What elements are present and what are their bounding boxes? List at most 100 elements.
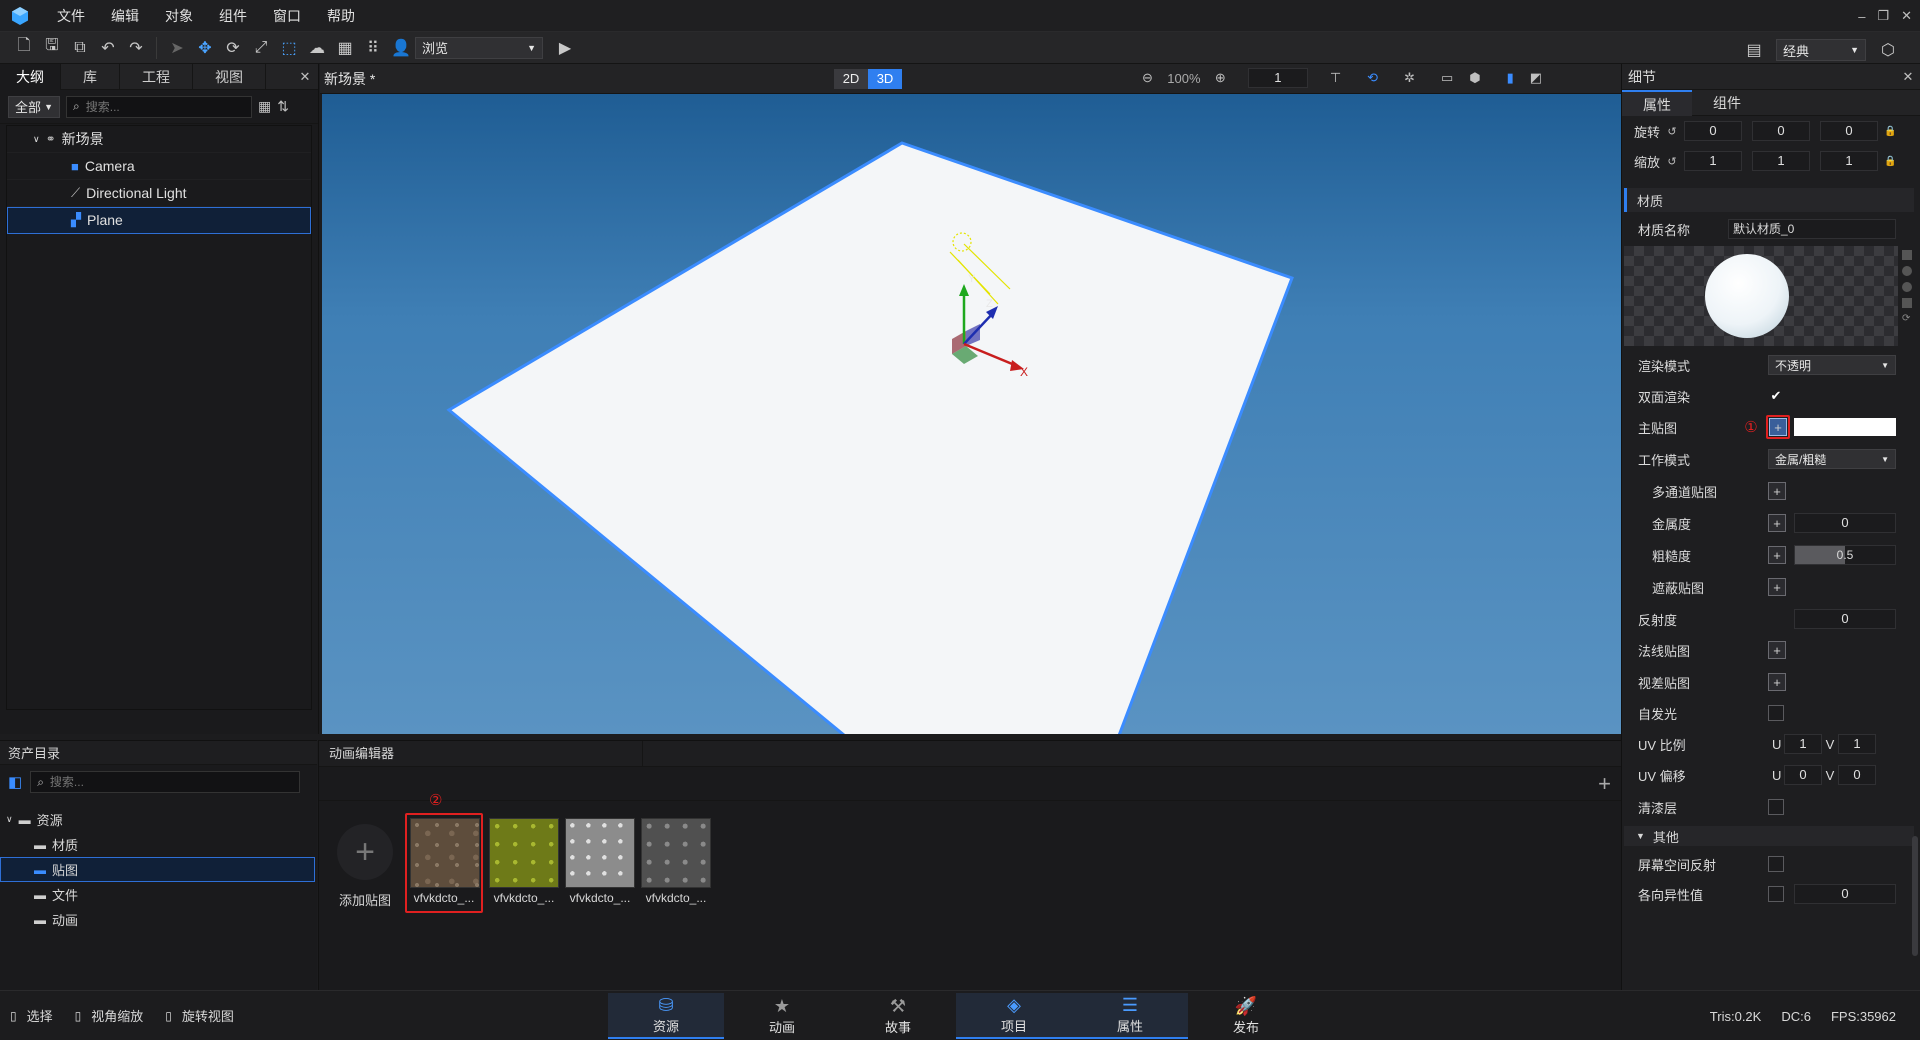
render-mode-select[interactable]: 不透明 ▼: [1768, 355, 1896, 375]
anisotropy-checkbox[interactable]: [1768, 886, 1784, 902]
scale-x-input[interactable]: 1: [1684, 151, 1742, 171]
menu-file[interactable]: 文件: [44, 0, 98, 32]
panel-toggle-icon[interactable]: ◧: [8, 773, 22, 791]
snap-icon[interactable]: ⟲: [1367, 70, 1378, 86]
texture-thumb[interactable]: vfvkdcto_...: [641, 813, 711, 913]
user-icon[interactable]: 👤: [387, 34, 415, 62]
tab-library[interactable]: 库: [61, 64, 120, 90]
undo-icon[interactable]: ↶: [94, 34, 122, 62]
lock-icon[interactable]: 🔒: [1884, 156, 1896, 167]
grid-icon[interactable]: ▦: [331, 34, 359, 62]
rect-tool-icon[interactable]: ⬚: [275, 34, 303, 62]
redo-icon[interactable]: ↷: [122, 34, 150, 62]
tab-project[interactable]: 工程: [120, 64, 193, 90]
scale-tool-icon[interactable]: ⤢: [247, 34, 275, 62]
material-name-field[interactable]: 默认材质_0: [1728, 219, 1896, 239]
rotate-tool-icon[interactable]: ⟳: [219, 34, 247, 62]
zoom-in-icon[interactable]: ⊕: [1215, 70, 1226, 86]
asset-search-input[interactable]: [49, 775, 270, 789]
minimize-icon[interactable]: –: [1858, 9, 1865, 24]
asset-tree-root[interactable]: ∨ ▬ 资源: [0, 807, 317, 832]
emissive-checkbox[interactable]: [1768, 705, 1784, 721]
preview-shape-sphere-icon[interactable]: [1902, 266, 1912, 276]
work-mode-select[interactable]: 金属/粗糙 ▼: [1768, 449, 1896, 469]
asset-search[interactable]: ⌕: [30, 771, 301, 793]
outline-filter-select[interactable]: 全部 ▼: [8, 95, 60, 118]
tree-item-plane[interactable]: ▞ Plane: [7, 207, 311, 234]
close-window-icon[interactable]: ✕: [1901, 8, 1912, 24]
rotation-z-input[interactable]: 0: [1820, 121, 1878, 141]
add-texture-icon[interactable]: +: [1768, 641, 1786, 659]
uv-scale-v-input[interactable]: 1: [1838, 734, 1876, 754]
ssr-checkbox[interactable]: [1768, 856, 1784, 872]
menu-edit[interactable]: 编辑: [98, 0, 152, 32]
camera-view-icon[interactable]: ▭: [1441, 70, 1453, 86]
tab-outline[interactable]: 大纲: [0, 64, 61, 90]
align-top-icon[interactable]: ⊤: [1330, 70, 1341, 86]
tree-item-directional-light[interactable]: ⟋ Directional Light: [7, 180, 311, 207]
anisotropy-input[interactable]: 0: [1794, 884, 1896, 904]
uv-offset-v-input[interactable]: 0: [1838, 765, 1876, 785]
new-file-icon[interactable]: 🗋: [10, 34, 38, 62]
menu-component[interactable]: 组件: [206, 0, 260, 32]
nav-animation-button[interactable]: ★ 动画: [724, 993, 840, 1039]
zoom-out-icon[interactable]: ⊖: [1142, 70, 1153, 86]
nav-project-button[interactable]: ◈ 项目: [956, 993, 1072, 1039]
scale-z-input[interactable]: 1: [1820, 151, 1878, 171]
other-section-header[interactable]: ▼ 其他: [1624, 826, 1914, 846]
add-texture-icon[interactable]: +: [1768, 514, 1786, 532]
texture-thumb[interactable]: vfvkdcto_...: [489, 813, 559, 913]
add-texture-icon[interactable]: +: [1768, 482, 1786, 500]
asset-tree-textures[interactable]: ▬ 贴图: [0, 857, 315, 882]
shading-icon[interactable]: ◩: [1530, 70, 1542, 86]
mode-3d-button[interactable]: 3D: [868, 69, 902, 89]
double-side-checkbox[interactable]: ✔: [1768, 388, 1784, 404]
add-icon[interactable]: +: [1598, 771, 1611, 797]
settings-hex-icon[interactable]: ⬡: [1874, 36, 1902, 64]
cube-view-icon[interactable]: ⬢: [1469, 70, 1480, 86]
nav-publish-button[interactable]: 🚀 发布: [1188, 993, 1304, 1039]
close-icon[interactable]: ✕: [1896, 69, 1920, 85]
asset-tree-files[interactable]: ▬ 文件: [0, 882, 317, 907]
tree-item-scene[interactable]: ∨ ⚭ 新场景: [7, 126, 311, 153]
rotation-x-input[interactable]: 0: [1684, 121, 1742, 141]
reset-icon[interactable]: ↺: [1664, 125, 1680, 138]
save-all-icon[interactable]: ⧉: [66, 34, 94, 62]
add-texture-tile[interactable]: + 添加贴图: [333, 821, 397, 921]
save-icon[interactable]: 🖫: [38, 34, 66, 62]
menu-window[interactable]: 窗口: [260, 0, 314, 32]
tab-properties[interactable]: 属性: [1622, 89, 1692, 116]
details-scrollbar[interactable]: [1912, 836, 1918, 956]
light-toggle-icon[interactable]: ✲: [1404, 70, 1415, 86]
lock-icon[interactable]: 🔒: [1884, 126, 1896, 137]
nav-story-button[interactable]: ⚒ 故事: [840, 993, 956, 1039]
texture-thumb[interactable]: vfvkdcto_...: [565, 813, 635, 913]
menu-object[interactable]: 对象: [152, 0, 206, 32]
nav-properties-button[interactable]: ☰ 属性: [1072, 993, 1188, 1039]
outline-search-input[interactable]: [85, 99, 236, 114]
asset-tree-animations[interactable]: ▬ 动画: [0, 907, 317, 932]
scale-y-input[interactable]: 1: [1752, 151, 1810, 171]
step-input[interactable]: 1: [1247, 68, 1308, 88]
add-texture-icon[interactable]: +: [1768, 578, 1786, 596]
preview-shape-cube-icon[interactable]: [1902, 250, 1912, 260]
texture-thumb[interactable]: vfvkdcto_...: [405, 813, 483, 913]
layout-select[interactable]: 经典 ▼: [1776, 39, 1866, 61]
material-section-header[interactable]: 材质: [1624, 188, 1914, 212]
play-icon[interactable]: ▶: [551, 34, 579, 62]
rotation-y-input[interactable]: 0: [1752, 121, 1810, 141]
main-texture-add-button[interactable]: +: [1766, 415, 1790, 439]
tree-item-camera[interactable]: ■ Camera: [7, 153, 311, 180]
scene-viewport[interactable]: Y Z X: [322, 94, 1621, 734]
move-tool-icon[interactable]: ✥: [191, 34, 219, 62]
add-texture-icon[interactable]: +: [1768, 546, 1786, 564]
outline-search[interactable]: ⌕: [66, 95, 252, 118]
view-mode-select[interactable]: 浏览 ▼: [415, 36, 543, 59]
clearcoat-checkbox[interactable]: [1768, 799, 1784, 815]
menu-help[interactable]: 帮助: [314, 0, 368, 32]
uv-scale-u-input[interactable]: 1: [1784, 734, 1822, 754]
tab-view[interactable]: 视图: [193, 64, 266, 90]
asset-tree-materials[interactable]: ▬ 材质: [0, 832, 317, 857]
anim-editor-tab[interactable]: 动画编辑器: [319, 740, 643, 767]
metalness-input[interactable]: 0: [1794, 513, 1896, 533]
